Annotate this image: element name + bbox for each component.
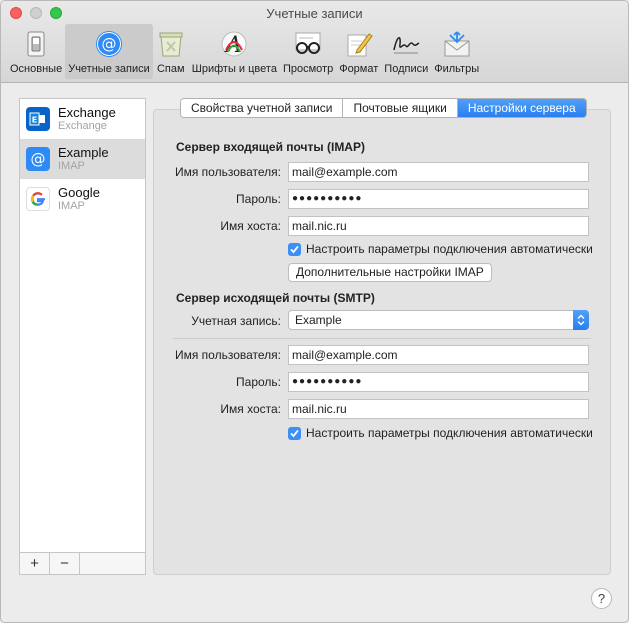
incoming-username-row: Имя пользователя: mail@example.com [153,161,611,183]
toolbar-label: Просмотр [282,63,334,75]
toolbar-label: Шрифты и цвета [191,63,277,75]
glasses-icon [293,29,323,59]
toolbar-composing[interactable]: Формат [336,24,381,79]
field-label: Пароль: [236,375,281,389]
incoming-auto-checkbox[interactable]: Настроить параметры подключения автомати… [288,242,593,256]
toolbar-label: Учетные записи [68,63,150,75]
outgoing-username-row: Имя пользователя: mail@example.com [153,344,611,366]
sidebar-actions: + − [20,552,145,574]
outgoing-username-field[interactable]: mail@example.com [288,345,589,365]
field-label: Имя пользователя: [174,348,281,362]
toolbar-accounts[interactable]: @ Учетные записи [65,24,153,79]
account-name: Google [58,185,100,200]
account-item-exchange[interactable]: E Exchange Exchange [20,99,145,139]
outgoing-auto-checkbox[interactable]: Настроить параметры подключения автомати… [288,426,593,440]
toolbar: Основные @ Учетные записи Спам A Шрифты … [7,24,482,79]
account-name: Example [58,145,109,160]
account-type: Exchange [58,120,107,132]
outgoing-password-field[interactable]: ●●●●●●●●●● [288,372,589,392]
account-type: IMAP [58,160,85,172]
checkmark-icon [288,242,301,256]
checkbox-label: Настроить параметры подключения автомати… [306,426,593,440]
add-account-button[interactable]: + [20,553,50,574]
smtp-account-select[interactable]: Example [288,310,589,330]
tab-mailbox-behaviors[interactable]: Почтовые ящики [343,99,458,117]
pencil-icon [344,29,374,59]
toolbar-label: Основные [10,63,63,75]
outgoing-host-row: Имя хоста: mail.nic.ru [153,398,611,420]
trash-icon [156,29,186,59]
window-title: Учетные записи [266,6,363,21]
toolbar-viewing[interactable]: Просмотр [280,24,336,79]
toolbar-rules[interactable]: Фильтры [431,24,482,79]
field-label: Учетная запись: [191,314,281,328]
toolbar-label: Формат [339,63,379,75]
at-icon: @ [94,29,124,59]
incoming-password-row: Пароль: ●●●●●●●●●● [153,188,611,210]
toolbar-label: Фильтры [434,63,480,75]
account-item-example[interactable]: @ Example IMAP [20,139,145,179]
switch-icon [21,29,51,59]
divider [173,338,591,339]
filter-envelope-icon [442,29,472,59]
font-icon: A [219,29,249,59]
toolbar-signatures[interactable]: Подписи [381,24,431,79]
account-type: IMAP [58,200,85,212]
account-item-google[interactable]: Google IMAP [20,179,145,219]
field-label: Имя хоста: [220,402,281,416]
incoming-host-field[interactable]: mail.nic.ru [288,216,589,236]
outgoing-section-title: Сервер исходящей почты (SMTP) [176,291,375,305]
svg-text:@: @ [101,35,116,53]
checkmark-icon [288,426,301,440]
signature-icon [391,29,421,59]
field-label: Имя пользователя: [174,165,281,179]
toolbar-general[interactable]: Основные [7,24,65,79]
at-icon: @ [26,147,50,171]
tab-bar: Свойства учетной записи Почтовые ящики Н… [180,98,587,118]
tab-server-settings[interactable]: Настройки сервера [457,99,586,117]
help-button[interactable]: ? [591,588,612,609]
account-name: Exchange [58,105,116,120]
advanced-imap-button[interactable]: Дополнительные настройки IMAP [288,263,492,282]
toolbar-label: Спам [156,63,185,75]
chevron-updown-icon [573,310,589,330]
titlebar: Учетные записи Основные @ Учетные записи… [1,1,628,83]
preferences-window: Учетные записи Основные @ Учетные записи… [0,0,629,623]
google-icon [26,187,50,211]
remove-account-button[interactable]: − [50,553,80,574]
select-value: Example [295,313,342,327]
field-label: Пароль: [236,192,281,206]
checkbox-label: Настроить параметры подключения автомати… [306,242,593,256]
svg-text:E: E [32,116,37,125]
accounts-list: E Exchange Exchange @ Example IMAP Googl… [19,98,146,575]
tab-account-info[interactable]: Свойства учетной записи [181,99,344,117]
toolbar-fonts[interactable]: A Шрифты и цвета [189,24,280,79]
toolbar-junk[interactable]: Спам [153,24,189,79]
incoming-host-row: Имя хоста: mail.nic.ru [153,215,611,237]
incoming-username-field[interactable]: mail@example.com [288,162,589,182]
incoming-section-title: Сервер входящей почты (IMAP) [176,140,365,154]
exchange-icon: E [26,107,50,131]
outgoing-host-field[interactable]: mail.nic.ru [288,399,589,419]
field-label: Имя хоста: [220,219,281,233]
toolbar-label: Подписи [384,63,429,75]
outgoing-password-row: Пароль: ●●●●●●●●●● [153,371,611,393]
incoming-password-field[interactable]: ●●●●●●●●●● [288,189,589,209]
